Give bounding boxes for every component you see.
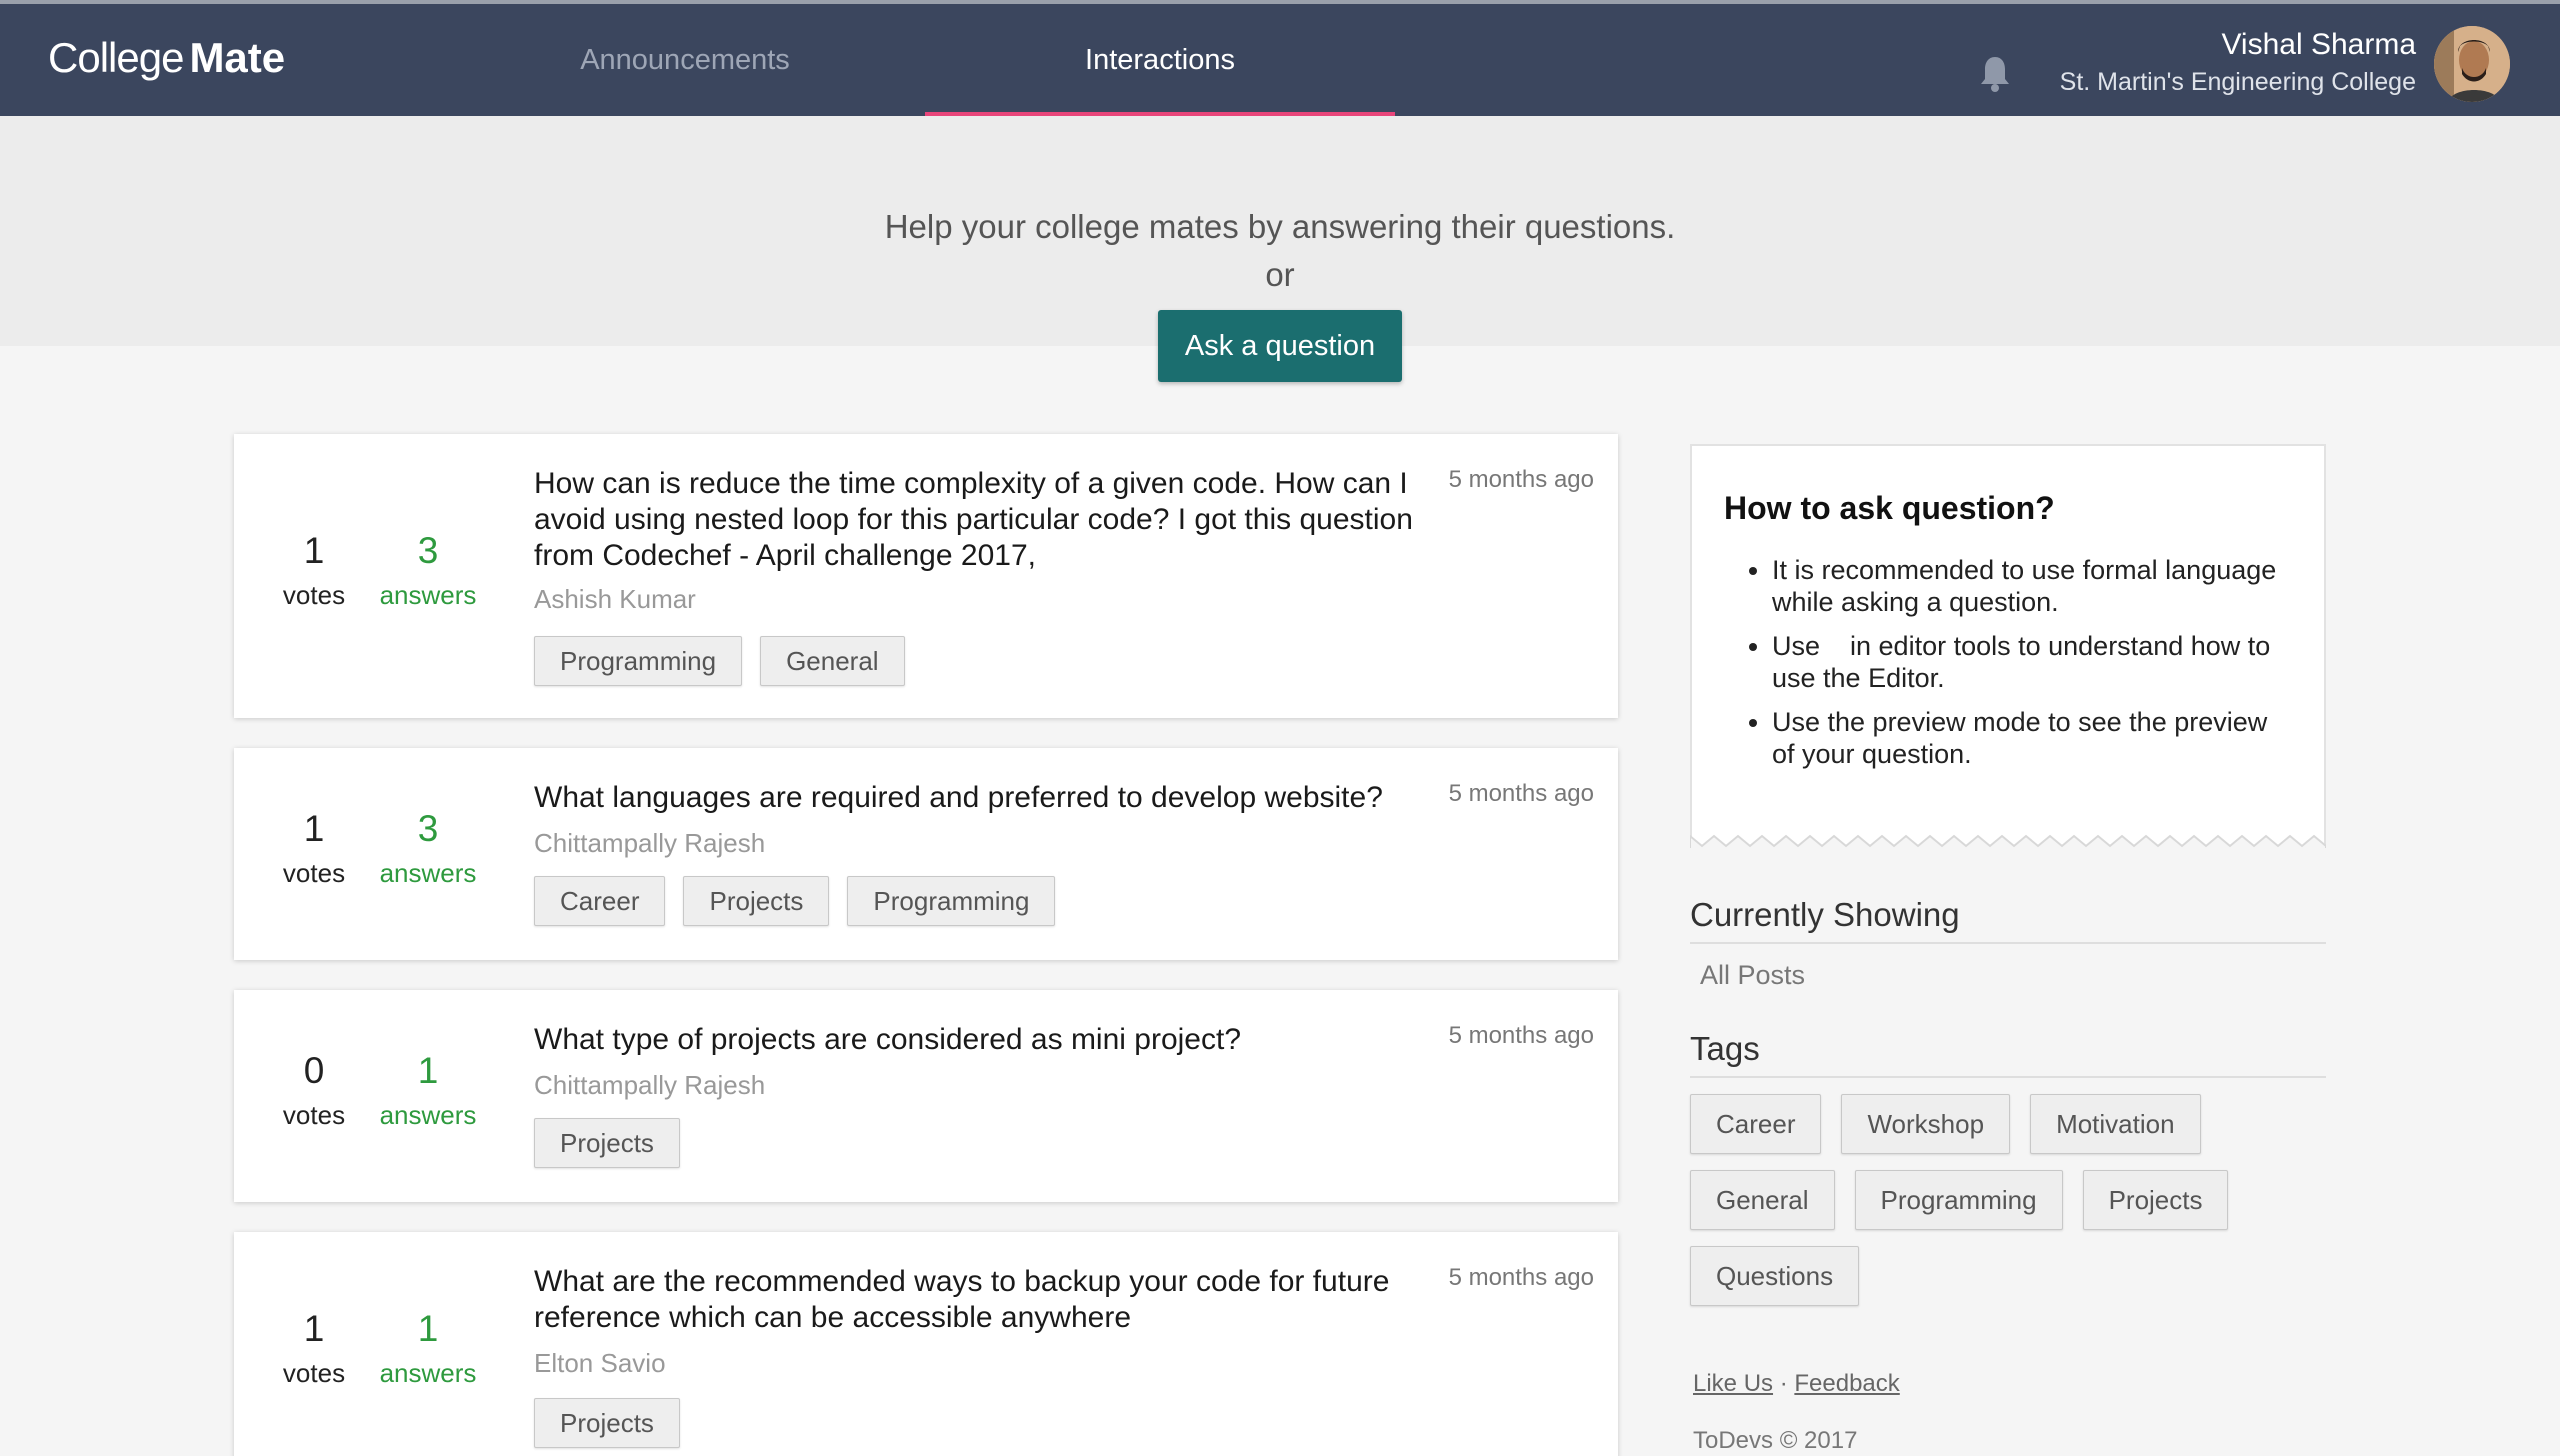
question-author[interactable]: Elton Savio [534,1348,666,1379]
question-card[interactable]: 1 votes 3 answers How can is reduce the ti… [234,434,1618,718]
tab-announcements[interactable]: Announcements [540,4,830,116]
sidebar-tag-workshop[interactable]: Workshop [1841,1094,2011,1154]
tag-projects[interactable]: Projects [534,1398,680,1448]
currently-showing-heading: Currently Showing [1690,896,2326,944]
logo-text-bold: Mate [189,34,286,81]
app-logo[interactable]: College Mate [48,34,285,82]
copyright: ToDevs © 2017 [1693,1427,1858,1454]
user-college: St. Martin's Engineering College [2059,68,2416,96]
sidebar-tags-row: General Programming Projects [1690,1170,2229,1230]
sidebar-tag-questions[interactable]: Questions [1690,1246,1860,1306]
tab-interactions[interactable]: Interactions [925,4,1395,116]
question-time: 5 months ago [1448,780,1594,807]
currently-showing-value: All Posts [1700,960,1806,990]
feedback-link[interactable]: Feedback [1794,1370,1899,1397]
tag-programming[interactable]: Programming [847,876,1056,926]
bell-icon[interactable] [1978,54,2012,94]
how-to-ask-panel: How to ask question? It is recommended t… [1690,444,2326,848]
question-tags: Projects [534,1118,680,1168]
answers-count: 3 answers [379,808,477,888]
logo-text-light: College [48,34,184,81]
like-us-link[interactable]: Like Us [1693,1370,1773,1397]
question-card[interactable]: 1 votes 1 answers What are the recommended… [234,1232,1618,1456]
question-title[interactable]: How can is reduce the time complexity of… [534,466,1454,574]
tag-general[interactable]: General [760,636,905,686]
question-time: 5 months ago [1448,1022,1594,1049]
tag-programming[interactable]: Programming [534,636,743,686]
question-tags: Programming General [534,636,905,686]
how-to-ask-item: Use in editor tools to understand how to… [1772,630,2292,694]
avatar[interactable] [2434,26,2510,102]
tag-career[interactable]: Career [534,876,666,926]
question-tags: Projects [534,1398,680,1448]
sidebar-tag-motivation[interactable]: Motivation [2030,1094,2201,1154]
question-time: 5 months ago [1448,466,1594,493]
answers-count: 1 answers [379,1050,477,1130]
how-to-ask-list: It is recommended to use formal language… [1772,554,2292,782]
tag-projects[interactable]: Projects [534,1118,680,1168]
how-to-ask-item: Use the preview mode to see the preview … [1772,706,2292,770]
sidebar-tag-general[interactable]: General [1690,1170,1835,1230]
sidebar-tag-career[interactable]: Career [1690,1094,1822,1154]
question-time: 5 months ago [1448,1264,1594,1291]
sidebar-tags-row: Career Workshop Motivation [1690,1094,2201,1154]
question-author[interactable]: Chittampally Rajesh [534,1070,765,1101]
question-card[interactable]: 0 votes 1 answers What type of projects ar… [234,990,1618,1202]
user-name[interactable]: Vishal Sharma [2221,28,2416,62]
question-title[interactable]: What type of projects are considered as … [534,1022,1454,1058]
answers-count: 1 answers [379,1308,477,1388]
ask-question-button[interactable]: Ask a question [1158,310,1402,382]
question-tags: Career Projects Programming [534,876,1056,926]
tag-projects[interactable]: Projects [683,876,830,926]
how-to-ask-item: It is recommended to use formal language… [1772,554,2292,618]
question-card[interactable]: 1 votes 3 answers What languages are requi… [234,748,1618,960]
top-navbar: College Mate Announcements Interactions V… [0,0,2560,116]
hero-tagline: Help your college mates by answering the… [884,208,1676,245]
question-author[interactable]: Chittampally Rajesh [534,828,765,859]
answers-count: 3 answers [379,530,477,610]
footer-links: Like Us · Feedback [1693,1370,1900,1398]
sidebar-tags-row: Questions [1690,1246,1860,1306]
sidebar-tag-programming[interactable]: Programming [1854,1170,2063,1230]
footer-separator: · [1779,1370,1788,1397]
tags-heading: Tags [1690,1030,2326,1078]
question-title[interactable]: What languages are required and preferre… [534,780,1454,816]
hero-or: or [1265,256,1295,293]
question-title[interactable]: What are the recommended ways to backup … [534,1264,1454,1336]
question-author[interactable]: Ashish Kumar [534,584,696,615]
zigzag-edge [1690,834,2326,848]
how-to-ask-title: How to ask question? [1724,490,2055,526]
sidebar-tag-projects[interactable]: Projects [2082,1170,2229,1230]
